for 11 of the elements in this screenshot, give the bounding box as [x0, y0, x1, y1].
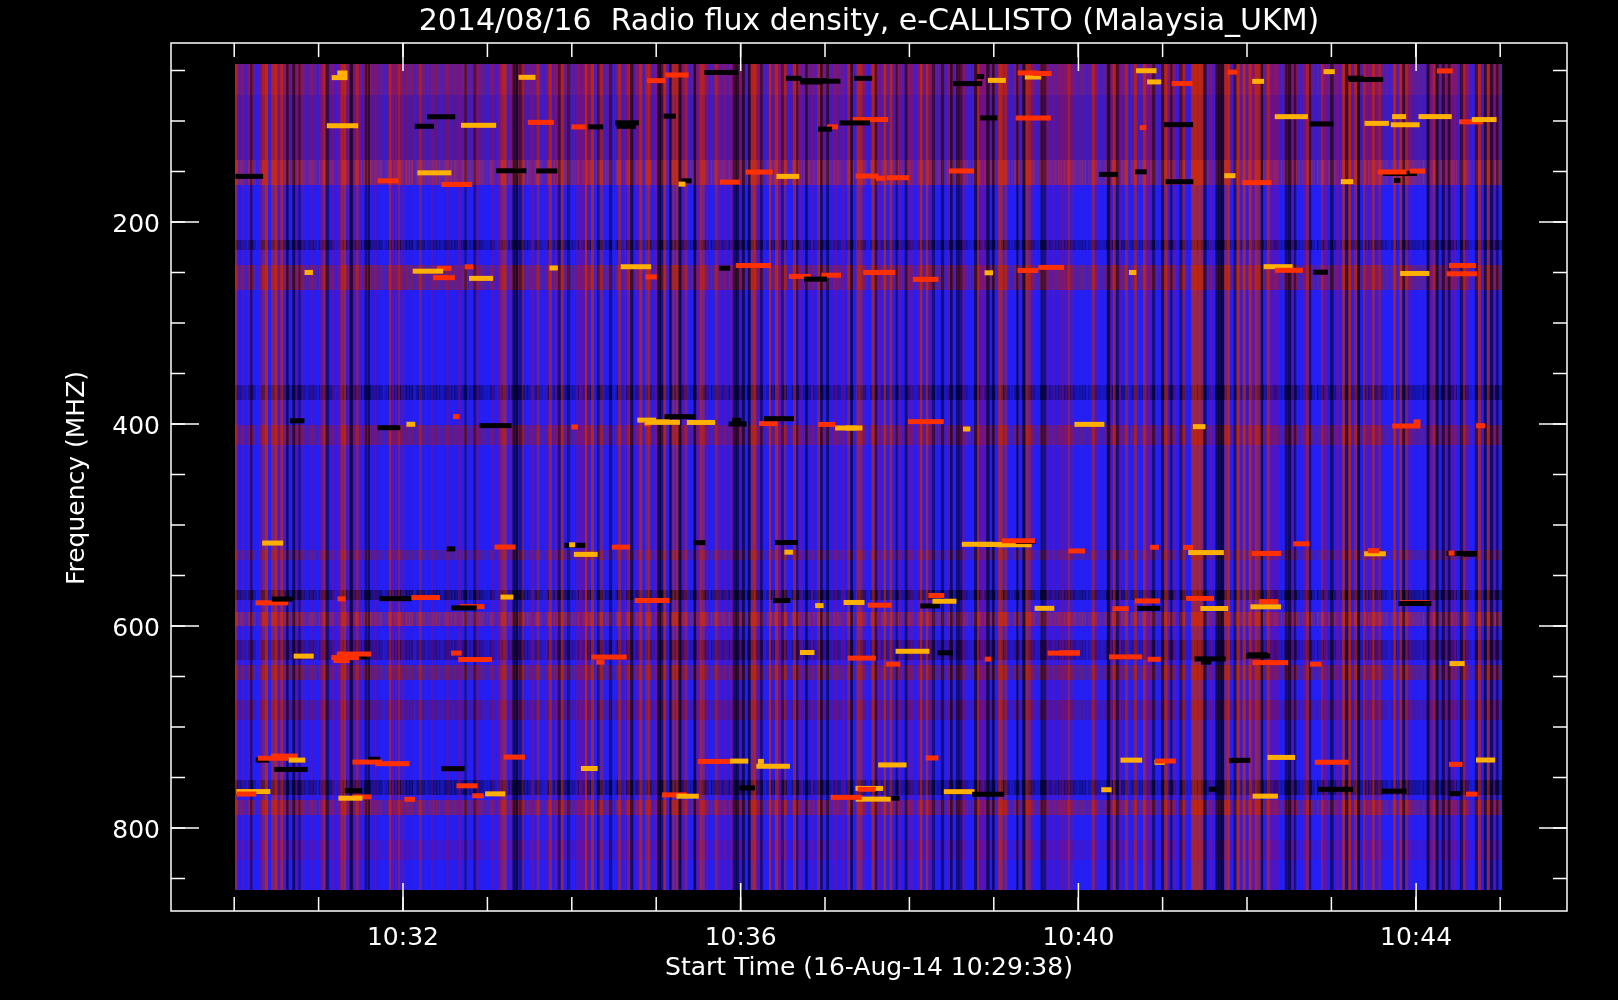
chart-title: 2014/08/16 Radio flux density, e-CALLISTO (Malaysia_UKM): [418, 2, 1320, 37]
tick-label: 10:44: [1380, 922, 1453, 951]
tick-label: 10:36: [704, 922, 777, 951]
axis-label: Frequency (MHZ): [61, 370, 90, 586]
tick-label: 200: [112, 209, 160, 238]
tick-label: 600: [112, 613, 160, 642]
tick-label: 400: [112, 411, 160, 440]
tick-label: 10:32: [367, 922, 439, 951]
tick-label: 10:40: [1042, 922, 1115, 951]
tick-label: 800: [112, 815, 160, 844]
axis-label: Start Time (16-Aug-14 10:29:38): [665, 952, 1073, 981]
